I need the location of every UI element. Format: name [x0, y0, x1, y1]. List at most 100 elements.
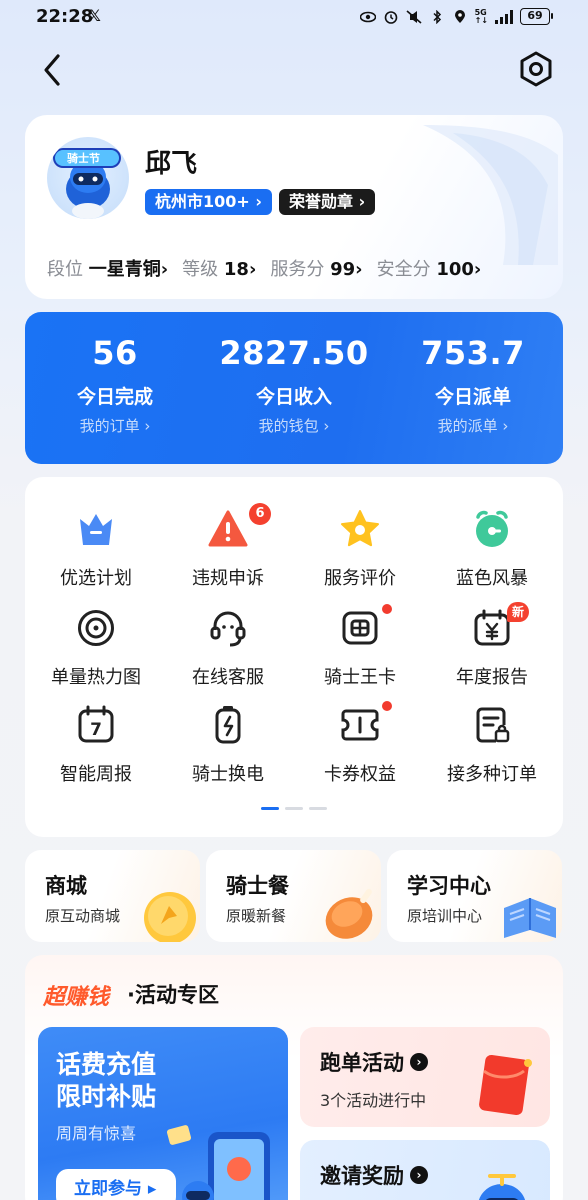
profile-stats: 段位 一星青铜› 等级 18› 服务分 99› 安全分 100›: [47, 255, 481, 281]
phone-mascot-illustration: [166, 1125, 270, 1200]
pager-dot: [285, 807, 303, 810]
honor-medal-tag[interactable]: 荣誉勋章 ›: [279, 189, 376, 215]
eye-icon: [359, 11, 376, 22]
tile-title: 邀请奖励 ›: [320, 1160, 428, 1190]
stat-safety-score[interactable]: 安全分 100›: [377, 255, 482, 281]
target-icon: [78, 610, 114, 646]
arrow-right-icon: ›: [410, 1053, 428, 1071]
crown-icon: [80, 514, 112, 545]
banner-title-line2: 限时补贴: [56, 1082, 157, 1111]
recharge-subsidy-banner[interactable]: 话费充值 限时补贴 周周有惊喜 立即参与 ▸: [38, 1027, 288, 1200]
grid-item-service-rating[interactable]: 服务评价: [295, 509, 425, 599]
grid-item-weekly-report[interactable]: 7 智能周报: [31, 705, 161, 795]
shop-subtitle: 原互动商城: [45, 907, 121, 925]
gear-icon: [520, 51, 552, 87]
calendar-yuan-icon: [474, 609, 510, 646]
function-grid: 优选计划 6 违规申诉 服务评价 蓝色风暴 单量热力图 在线客服 骑士王卡 新 …: [25, 477, 563, 837]
grid-label: 优选计划: [60, 568, 132, 589]
avatar-badge-text: 骑士节: [67, 152, 100, 165]
summary-label: 今日收入: [255, 386, 332, 408]
grid-label: 违规申诉: [192, 568, 264, 589]
activity-title: ·活动专区: [127, 983, 219, 1007]
summary-label: 今日派单: [434, 386, 511, 408]
shop-card-knight-meal[interactable]: 骑士餐 原暖新餐: [206, 850, 381, 942]
stat-value: 18: [223, 259, 249, 280]
status-time: 22:28: [36, 6, 94, 27]
shop-title: 商城: [45, 874, 87, 898]
stat-value: 100: [436, 259, 474, 280]
shop-card-learning-center[interactable]: 学习中心 原培训中心: [387, 850, 562, 942]
badge-count: 6: [249, 503, 271, 525]
signal-icon: [495, 9, 513, 24]
city-rank-tag[interactable]: 杭州市100+ ›: [145, 189, 272, 215]
alarm-clock-icon: [476, 510, 508, 547]
new-badge: 新: [507, 602, 530, 622]
grid-item-multi-orders[interactable]: 接多种订单: [427, 705, 557, 795]
chicken-leg-icon: [325, 888, 373, 939]
grid-item-heatmap[interactable]: 单量热力图: [31, 608, 161, 698]
tile-title: 跑单活动 ›: [320, 1047, 428, 1077]
summary-value: 2827.50: [219, 334, 369, 372]
grid-label: 卡券权益: [324, 764, 396, 785]
stat-level[interactable]: 等级 18›: [182, 255, 256, 281]
avatar[interactable]: 骑士节: [47, 137, 129, 219]
grid-item-battery-swap[interactable]: 骑士换电: [163, 705, 293, 795]
grid-pager: [261, 807, 327, 810]
invite-reward-tile[interactable]: 邀请奖励 ›: [300, 1140, 550, 1200]
grid-item-blue-storm[interactable]: 蓝色风暴: [427, 509, 557, 599]
grid-item-online-support[interactable]: 在线客服: [163, 608, 293, 698]
calendar-7-icon: 7: [78, 705, 114, 743]
location-icon: [454, 9, 465, 23]
notification-dot: [382, 604, 392, 614]
activity-hot-label: 超赚钱: [43, 985, 110, 1010]
sim-card-icon: [342, 611, 378, 645]
back-button[interactable]: [36, 50, 72, 90]
warning-icon: [208, 510, 248, 547]
grid-label: 骑士换电: [192, 764, 264, 785]
grid-item-premium-plan[interactable]: 优选计划: [31, 509, 161, 599]
summary-income[interactable]: 2827.50 今日收入 我的钱包 ›: [204, 312, 384, 436]
bluetooth-icon: [433, 9, 441, 24]
alarm-icon: [384, 10, 397, 24]
notification-dot: [382, 701, 392, 711]
today-summary-card: 56 今日完成 我的订单 › 2827.50 今日收入 我的钱包 › 753.7…: [25, 312, 563, 464]
headset-icon: [210, 611, 246, 647]
stat-service-score[interactable]: 服务分 99›: [270, 255, 362, 281]
calendar-day-number: 7: [90, 720, 102, 740]
running-activity-tile[interactable]: 跑单活动 › 3个活动进行中: [300, 1027, 550, 1127]
profile-card: 骑士节 邱飞 杭州市100+ › 荣誉勋章 › 段位 一星青铜› 等级 18› …: [25, 115, 563, 299]
x-app-icon: 𝕏: [88, 6, 101, 25]
grid-item-coupons[interactable]: 卡券权益: [295, 701, 425, 795]
shop-title: 学习中心: [407, 874, 491, 898]
grid-item-knight-card[interactable]: 骑士王卡: [295, 604, 425, 698]
grid-label: 接多种订单: [447, 764, 537, 785]
stat-label: 安全分: [376, 259, 431, 280]
summary-orders[interactable]: 56 今日完成 我的订单 ›: [25, 312, 205, 436]
settings-button[interactable]: [518, 50, 554, 88]
grid-item-violation-appeal[interactable]: 6 违规申诉: [163, 503, 293, 599]
honor-medal-label: 荣誉勋章: [289, 192, 354, 211]
coupon-icon: [341, 709, 379, 741]
book-icon: [504, 898, 556, 938]
order-doc-icon: [476, 707, 510, 743]
summary-dispatch[interactable]: 753.7 今日派单 我的派单 ›: [383, 312, 563, 436]
shop-card-mall[interactable]: 商城 原互动商城: [25, 850, 200, 942]
grid-label: 在线客服: [192, 667, 264, 688]
summary-link[interactable]: 我的派单 ›: [383, 415, 563, 436]
summary-link[interactable]: 我的钱包 ›: [204, 415, 384, 436]
grid-item-annual-report[interactable]: 新 年度报告: [427, 602, 557, 698]
mute-icon: [406, 9, 422, 24]
battery-icon: 69: [520, 8, 553, 25]
pager-dot-active: [261, 807, 279, 810]
shop-subtitle: 原暖新餐: [226, 907, 287, 925]
activity-zone: 超赚钱 ·活动专区 话费充值 限时补贴 周周有惊喜 立即参与 ▸ 跑单活动 › 3…: [25, 955, 563, 1200]
grid-label: 蓝色风暴: [456, 568, 528, 589]
status-bar: 22:28 𝕏 5G ↑↓ 69: [0, 0, 588, 36]
profile-name: 邱飞: [145, 149, 198, 179]
join-now-button[interactable]: 立即参与 ▸: [56, 1169, 176, 1200]
summary-label: 今日完成: [76, 386, 153, 408]
battery-swap-icon: [215, 706, 241, 744]
summary-link[interactable]: 我的订单 ›: [25, 415, 205, 436]
stat-rank[interactable]: 段位 一星青铜›: [47, 255, 168, 281]
stat-label: 服务分: [270, 259, 325, 280]
